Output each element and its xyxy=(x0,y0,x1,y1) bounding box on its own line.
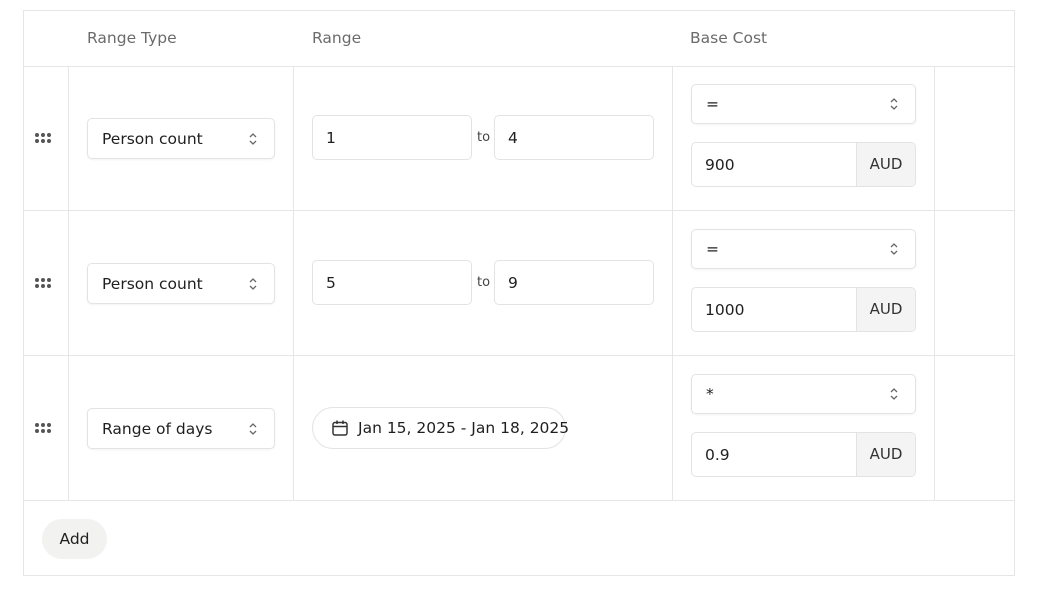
chevron-up-down-icon xyxy=(249,132,257,145)
drag-handle-icon[interactable] xyxy=(34,422,56,436)
chevron-up-down-icon xyxy=(890,98,898,110)
chevron-up-down-icon xyxy=(890,243,898,255)
header-base-cost: Base Cost xyxy=(690,29,768,47)
drag-handle-icon[interactable] xyxy=(34,277,56,291)
range-type-select[interactable]: Person count xyxy=(87,118,275,159)
table-footer: Add xyxy=(24,501,1014,576)
range-type-select[interactable]: Person count xyxy=(87,263,275,304)
range-type-select[interactable]: Range of days xyxy=(87,408,275,449)
add-row-button[interactable]: Add xyxy=(42,519,107,559)
range-type-value: Person count xyxy=(102,129,203,148)
currency-addon: AUD xyxy=(856,433,915,476)
header-range-type: Range Type xyxy=(87,29,177,47)
table-row: Person count 5 to 9 = 1000 AUD xyxy=(24,211,1014,356)
base-cost-input[interactable]: 1000 AUD xyxy=(691,287,916,332)
to-label: to xyxy=(477,275,491,290)
table-header: Range Type Range Base Cost xyxy=(24,11,1014,67)
range-from-input[interactable]: 1 xyxy=(312,115,472,160)
operator-value: * xyxy=(706,385,714,403)
calendar-icon xyxy=(332,420,348,436)
date-range-picker[interactable]: Jan 15, 2025 - Jan 18, 2025 xyxy=(312,407,570,449)
chevron-up-down-icon xyxy=(249,422,257,435)
range-type-value: Range of days xyxy=(102,419,213,438)
to-label: to xyxy=(477,130,491,145)
range-to-input[interactable]: 9 xyxy=(494,260,654,305)
chevron-up-down-icon xyxy=(890,388,898,400)
range-to-input[interactable]: 4 xyxy=(494,115,654,160)
currency-addon: AUD xyxy=(856,143,915,186)
operator-select[interactable]: * xyxy=(691,374,916,414)
currency-addon: AUD xyxy=(856,288,915,331)
table-row: Person count 1 to 4 = 900 AUD xyxy=(24,66,1014,211)
operator-value: = xyxy=(706,240,719,258)
range-from-input[interactable]: 5 xyxy=(312,260,472,305)
header-range: Range xyxy=(312,29,362,47)
operator-select[interactable]: = xyxy=(691,84,916,124)
drag-handle-icon[interactable] xyxy=(34,132,56,146)
table-row: Range of days Jan 15, 2025 - Jan 18, 202… xyxy=(24,356,1014,501)
date-range-value: Jan 15, 2025 - Jan 18, 2025 xyxy=(358,419,570,437)
chevron-up-down-icon xyxy=(249,277,257,290)
range-type-value: Person count xyxy=(102,274,203,293)
pricing-range-table: Range Type Range Base Cost Person count … xyxy=(23,10,1015,576)
base-cost-input[interactable]: 0.9 AUD xyxy=(691,432,916,477)
base-cost-input[interactable]: 900 AUD xyxy=(691,142,916,187)
operator-value: = xyxy=(706,95,719,113)
operator-select[interactable]: = xyxy=(691,229,916,269)
